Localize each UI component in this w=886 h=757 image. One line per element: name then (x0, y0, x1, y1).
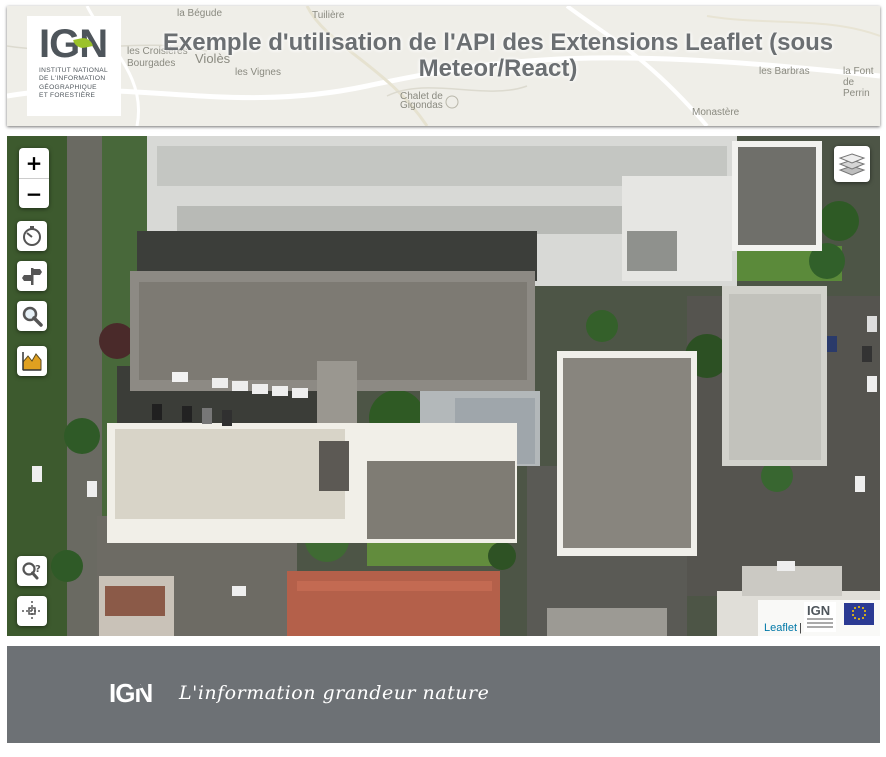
isochrone-button[interactable] (17, 221, 47, 251)
coordinates-button[interactable] (17, 596, 47, 626)
isochrone-icon (23, 226, 41, 246)
map-label: Tuilière (312, 10, 345, 21)
aerial-imagery (7, 136, 880, 636)
layer-switcher-button[interactable] (834, 146, 870, 182)
leaflet-link[interactable]: Leaflet (764, 622, 797, 634)
reverse-geocode-icon: ? (22, 562, 41, 580)
coordinates-icon (22, 601, 42, 621)
elevation-profile-button[interactable] (17, 346, 47, 376)
layers-icon (838, 153, 866, 176)
page-footer: IGN L'information grandeur nature (7, 646, 880, 743)
search-button[interactable] (17, 301, 47, 331)
map-label: Chalet de Gigondas (400, 91, 443, 111)
map-viewport[interactable]: + − ? Leaflet | IGN (7, 136, 880, 636)
ign-attribution-logo-text: IGN (807, 603, 831, 618)
eu-flag-logo[interactable] (844, 603, 874, 625)
footer-ign-logo[interactable]: IGN (109, 678, 153, 709)
svg-text:?: ? (35, 564, 41, 575)
elevation-profile-icon (22, 352, 42, 371)
zoom-out-button[interactable]: − (19, 178, 49, 208)
map-label: Monastère (692, 107, 740, 118)
zoom-control: + − (19, 148, 49, 208)
reverse-geocode-button[interactable]: ? (17, 556, 47, 586)
eu-flag-icon (852, 606, 866, 620)
ign-attribution-logo[interactable]: IGN (804, 602, 836, 632)
ign-attribution-logo-lines (807, 618, 833, 620)
zoom-in-button[interactable]: + (19, 148, 49, 178)
map-label: la Font de Perrin (843, 66, 874, 99)
ign-logo[interactable]: IGN INSTITUT NATIONAL DE L'INFORMATION G… (27, 16, 121, 116)
route-button[interactable] (17, 261, 47, 291)
map-attribution: Leaflet | IGN (758, 600, 880, 636)
map-label: la Bégude (177, 8, 223, 19)
ign-logo-subtitle: INSTITUT NATIONAL DE L'INFORMATION GÉOGR… (39, 67, 108, 100)
route-icon (22, 268, 42, 285)
footer-tagline: L'information grandeur nature (179, 682, 490, 704)
search-icon (22, 306, 43, 327)
page-title: Exemple d'utilisation de l'API des Exten… (162, 29, 834, 82)
attribution-separator: | (799, 622, 802, 634)
page-header: la Bégude Tuilière les Croisières Violès… (7, 6, 880, 126)
ign-logo-text: IGN (39, 22, 108, 66)
